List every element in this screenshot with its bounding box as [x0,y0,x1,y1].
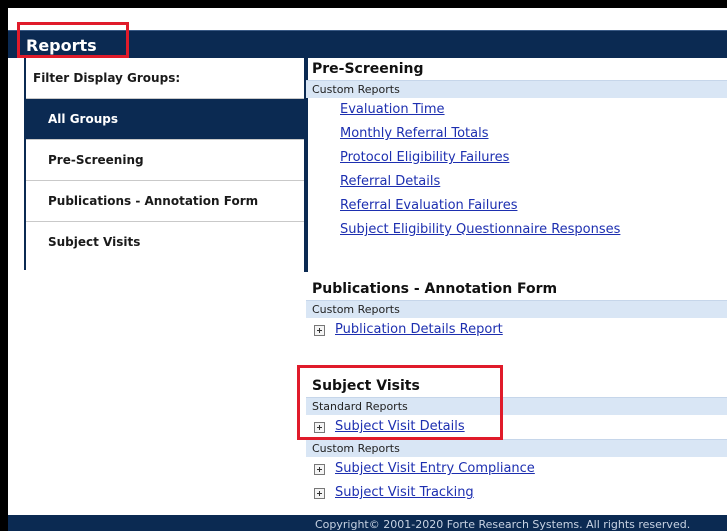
section-title: Publications - Annotation Form [312,281,558,297]
report-row: Subject Visit Tracking [306,481,727,505]
sidebar-item-publications[interactable]: Publications - Annotation Form [26,181,306,222]
report-link[interactable]: Subject Visit Tracking [335,481,474,505]
report-row: Subject Visit Details [306,415,727,439]
sidebar-item-pre-screening[interactable]: Pre-Screening [26,140,306,181]
report-link[interactable]: Referral Details [340,174,440,189]
report-link[interactable]: Subject Visit Details [335,415,465,439]
report-link[interactable]: Subject Eligibility Questionnaire Respon… [340,222,620,237]
page-title: Reports [26,36,97,55]
expand-icon[interactable] [314,487,325,499]
section-publications: Publications - Annotation Form Custom Re… [306,278,727,342]
report-link[interactable]: Referral Evaluation Failures [340,198,517,213]
top-strip [8,8,727,30]
footer-copyright: Copyright© 2001-2020 Forte Research Syst… [8,515,727,531]
report-link[interactable]: Publication Details Report [335,318,503,342]
custom-reports-label: Custom Reports [306,300,727,318]
section-pre-screening: Pre-Screening Custom Reports Evaluation … [306,58,727,242]
left-blank-area [8,270,304,531]
filter-sidebar: Filter Display Groups: All Groups Pre-Sc… [24,58,308,272]
filter-heading: Filter Display Groups: [26,58,306,99]
section-title: Pre-Screening [312,61,424,77]
report-link[interactable]: Protocol Eligibility Failures [340,150,509,165]
report-row: Publication Details Report [306,318,727,342]
report-row: Subject Visit Entry Compliance [306,457,727,481]
report-link[interactable]: Subject Visit Entry Compliance [335,457,535,481]
section-subject-visits: Subject Visits Standard Reports Subject … [306,375,727,505]
standard-reports-label: Standard Reports [306,397,727,415]
report-link[interactable]: Evaluation Time [340,102,445,117]
expand-icon[interactable] [314,324,325,336]
report-link[interactable]: Monthly Referral Totals [340,126,489,141]
reports-page: Reports Filter Display Groups: All Group… [8,8,727,531]
expand-icon[interactable] [314,421,325,433]
custom-reports-label: Custom Reports [306,439,727,457]
expand-icon[interactable] [314,463,325,475]
sidebar-item-all-groups[interactable]: All Groups [26,99,306,140]
section-title: Subject Visits [312,378,420,394]
header-bar [8,30,727,58]
sidebar-item-subject-visits[interactable]: Subject Visits [26,222,306,263]
custom-reports-label: Custom Reports [306,80,727,98]
